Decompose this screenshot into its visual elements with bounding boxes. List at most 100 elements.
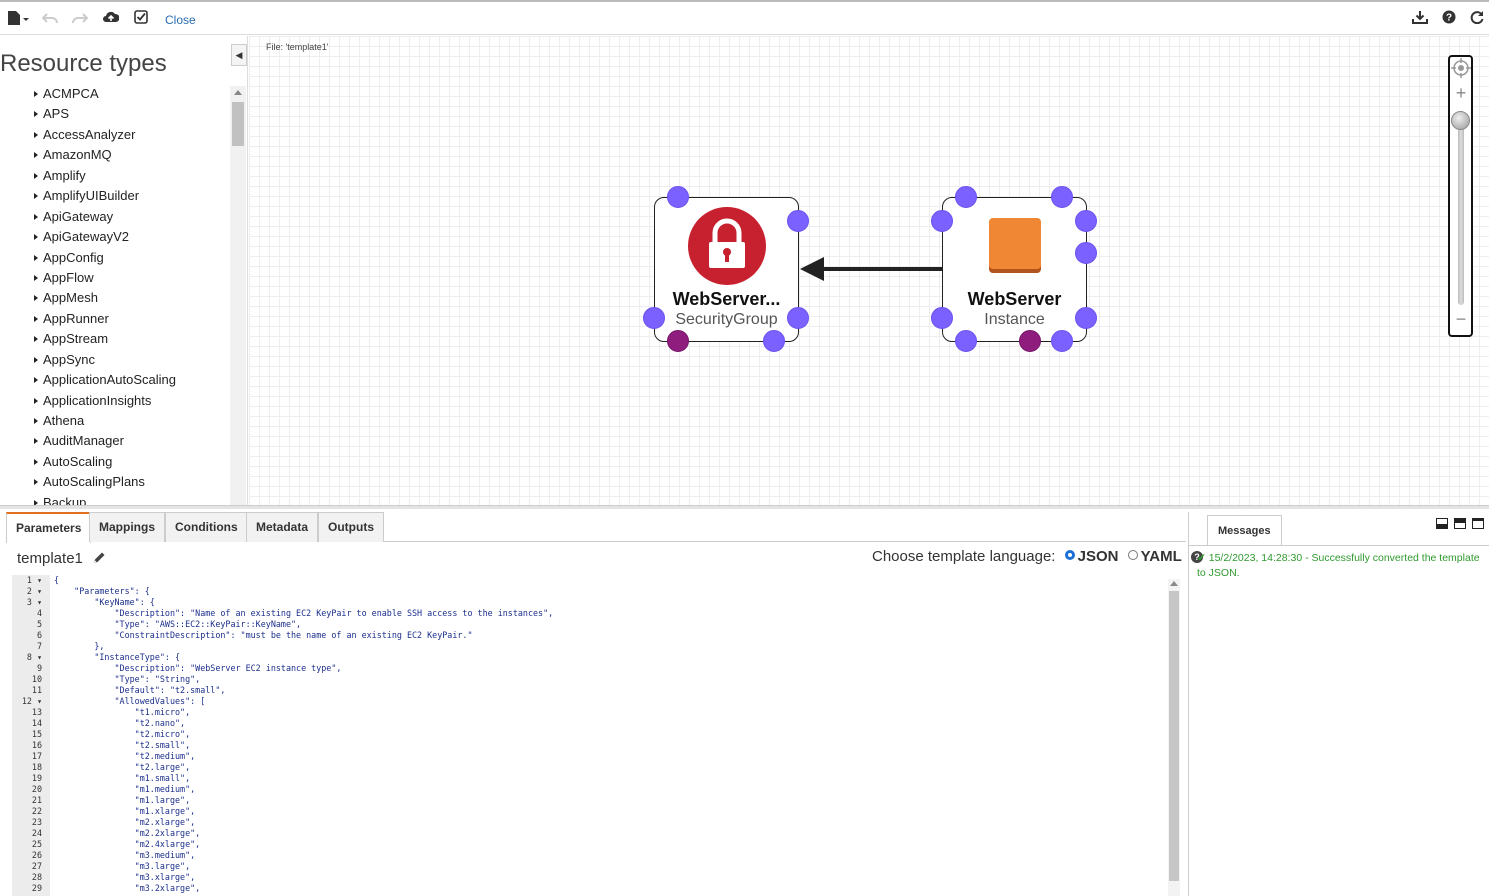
resource-type-item[interactable]: Athena <box>30 411 230 431</box>
connection-port[interactable] <box>787 307 809 329</box>
connection-port[interactable] <box>643 307 665 329</box>
resource-type-item[interactable]: AppRunner <box>30 309 230 329</box>
connection-port[interactable] <box>1051 186 1073 208</box>
connection-port[interactable] <box>955 330 977 352</box>
messages-tab[interactable]: Messages <box>1207 515 1282 545</box>
code-line[interactable]: "KeyName": { <box>54 597 1164 608</box>
code-line[interactable]: }, <box>54 641 1164 652</box>
scroll-up-icon[interactable] <box>234 90 242 95</box>
undo-icon[interactable] <box>42 10 58 28</box>
code-line[interactable]: "m1.xlarge", <box>54 806 1164 817</box>
zoom-slider-handle[interactable] <box>1451 111 1470 130</box>
code-line[interactable]: "Description": "WebServer EC2 instance t… <box>54 663 1164 674</box>
cloud-upload-icon[interactable] <box>103 10 119 28</box>
code-line[interactable]: "AllowedValues": [ <box>54 696 1164 707</box>
pencil-icon[interactable] <box>92 551 106 565</box>
resource-type-item[interactable]: AutoScaling <box>30 452 230 472</box>
code-line[interactable]: "m3.2xlarge", <box>54 883 1164 894</box>
code-line[interactable]: "t2.nano", <box>54 718 1164 729</box>
code-line[interactable]: "m1.small", <box>54 773 1164 784</box>
code-line[interactable]: "Default": "t2.small", <box>54 685 1164 696</box>
zoom-out-icon[interactable]: − <box>1454 310 1468 328</box>
connection-port[interactable] <box>1075 307 1097 329</box>
yaml-radio[interactable] <box>1127 550 1138 560</box>
scrollbar-thumb[interactable] <box>1169 591 1179 881</box>
json-label[interactable]: JSON <box>1078 548 1119 565</box>
resource-type-item[interactable]: AppFlow <box>30 268 230 288</box>
instance-node[interactable]: WebServer Instance <box>942 197 1087 342</box>
code-line[interactable]: "m3.xlarge", <box>54 872 1164 883</box>
code-line[interactable]: "ConstraintDescription": "must be the na… <box>54 630 1164 641</box>
code-line[interactable]: "m1.medium", <box>54 784 1164 795</box>
zoom-slider-track[interactable] <box>1458 115 1464 305</box>
code-line[interactable]: "t2.large", <box>54 762 1164 773</box>
yaml-label[interactable]: YAML <box>1141 548 1182 565</box>
code-line[interactable]: "Description": "Name of an existing EC2 … <box>54 608 1164 619</box>
resource-type-item[interactable]: AuditManager <box>30 431 230 451</box>
tab-metadata[interactable]: Metadata <box>246 512 319 542</box>
resource-type-item[interactable]: Backup <box>30 493 230 505</box>
resource-type-item[interactable]: AppConfig <box>30 248 230 268</box>
resource-type-item[interactable]: ApiGateway <box>30 207 230 227</box>
code-line[interactable]: "t2.micro", <box>54 729 1164 740</box>
resource-type-item[interactable]: ApiGatewayV2 <box>30 227 230 247</box>
tab-conditions[interactable]: Conditions <box>165 512 248 542</box>
panel-resize-handle[interactable] <box>0 505 1489 509</box>
close-link[interactable]: Close <box>165 13 196 27</box>
security-group-node[interactable]: WebServer... SecurityGroup <box>654 197 799 342</box>
redo-icon[interactable] <box>72 10 88 28</box>
code-line[interactable]: "t2.small", <box>54 740 1164 751</box>
code-line[interactable]: "t1.micro", <box>54 707 1164 718</box>
resource-type-item[interactable]: AutoScalingPlans <box>30 472 230 492</box>
code-line[interactable]: { <box>54 575 1164 586</box>
help-icon[interactable]: ? <box>1442 10 1456 28</box>
code-line[interactable]: "m2.4xlarge", <box>54 839 1164 850</box>
code-line[interactable]: "t2.medium", <box>54 751 1164 762</box>
connection-port[interactable] <box>1075 210 1097 232</box>
fit-to-screen-icon[interactable] <box>1451 58 1471 78</box>
connection-port[interactable] <box>1019 330 1041 352</box>
resource-type-item[interactable]: AccessAnalyzer <box>30 125 230 145</box>
code-line[interactable]: "Parameters": { <box>54 586 1164 597</box>
resource-type-item[interactable]: AppStream <box>30 329 230 349</box>
minimize-pane-icon[interactable] <box>1436 518 1448 529</box>
maximize-pane-icon[interactable] <box>1472 518 1484 529</box>
resource-type-item[interactable]: AppMesh <box>30 288 230 308</box>
resource-type-item[interactable]: Amplify <box>30 166 230 186</box>
dependency-arrow[interactable] <box>798 256 946 286</box>
json-radio[interactable] <box>1064 550 1075 560</box>
resource-type-item[interactable]: ApplicationInsights <box>30 391 230 411</box>
connection-port[interactable] <box>1051 330 1073 352</box>
code-line[interactable]: "m3.medium", <box>54 850 1164 861</box>
code-content[interactable]: { "Parameters": { "KeyName": { "Descript… <box>54 575 1164 894</box>
scrollbar-thumb[interactable] <box>232 102 244 146</box>
resource-type-item[interactable]: AmazonMQ <box>30 145 230 165</box>
connection-port[interactable] <box>955 186 977 208</box>
resource-type-item[interactable]: ApplicationAutoScaling <box>30 370 230 390</box>
code-line[interactable]: "m2.xlarge", <box>54 817 1164 828</box>
tab-outputs[interactable]: Outputs <box>318 512 384 542</box>
code-line[interactable]: "InstanceType": { <box>54 652 1164 663</box>
tab-parameters[interactable]: Parameters <box>6 512 92 543</box>
resource-type-item[interactable]: APS <box>30 104 230 124</box>
code-line[interactable]: "m3.large", <box>54 861 1164 872</box>
connection-port[interactable] <box>931 307 953 329</box>
designer-canvas[interactable]: File: 'template1' WebServer... SecurityG… <box>249 36 1489 505</box>
code-line[interactable]: "m2.2xlarge", <box>54 828 1164 839</box>
resource-type-item[interactable]: AmplifyUIBuilder <box>30 186 230 206</box>
refresh-icon[interactable] <box>1470 10 1484 28</box>
code-editor[interactable]: 1 ▾ 2 ▾ 3 ▾ 4 5 6 7 8 ▾ 9 10 11 12 ▾ 13 14 15 16 17 18 19 2… <box>12 575 1182 896</box>
validate-icon[interactable] <box>134 10 148 28</box>
resource-list-scrollbar[interactable] <box>230 86 246 505</box>
connection-port[interactable] <box>667 186 689 208</box>
scroll-up-icon[interactable] <box>1170 581 1178 586</box>
tab-mappings[interactable]: Mappings <box>89 512 165 542</box>
code-line[interactable]: "Type": "AWS::EC2::KeyPair::KeyName", <box>54 619 1164 630</box>
code-line[interactable]: "m1.large", <box>54 795 1164 806</box>
split-pane-icon[interactable] <box>1454 518 1466 529</box>
connection-port[interactable] <box>787 210 809 232</box>
connection-port[interactable] <box>1075 242 1097 264</box>
resource-type-item[interactable]: ACMPCA <box>30 84 230 104</box>
connection-port[interactable] <box>931 210 953 232</box>
download-icon[interactable] <box>1412 10 1428 28</box>
